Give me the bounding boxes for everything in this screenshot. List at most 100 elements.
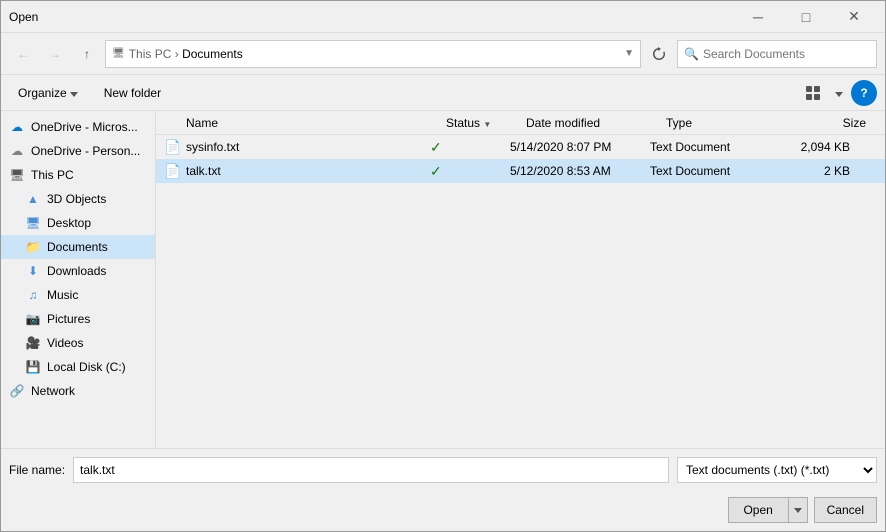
breadcrumb-path: This PC › Documents bbox=[129, 47, 620, 61]
sidebar-item-label: OneDrive - Micros... bbox=[31, 120, 138, 134]
open-button[interactable]: Open bbox=[728, 497, 788, 523]
breadcrumb-monitor-icon: 🖥 bbox=[112, 48, 125, 59]
onedrive-micro-icon: ☁ bbox=[9, 119, 25, 135]
file-date: 5/14/2020 8:07 PM bbox=[510, 140, 650, 154]
filename-label: File name: bbox=[9, 463, 65, 477]
file-name: sysinfo.txt bbox=[186, 140, 239, 154]
view-options-button[interactable] bbox=[799, 80, 827, 106]
sidebar-item-onedrive-micro[interactable]: ☁ OneDrive - Micros... bbox=[1, 115, 155, 139]
file-status: ✓ bbox=[430, 163, 510, 180]
sidebar-item-documents[interactable]: 📁 Documents bbox=[1, 235, 155, 259]
file-icon: 📄 bbox=[164, 163, 180, 179]
help-button[interactable]: ? bbox=[851, 80, 877, 106]
sidebar-item-label: This PC bbox=[31, 168, 74, 182]
refresh-icon bbox=[652, 47, 666, 61]
status-synced-icon: ✓ bbox=[430, 139, 442, 155]
sidebar-item-videos[interactable]: 🎥 Videos bbox=[1, 331, 155, 355]
filename-bar: File name: Text documents (.txt) (*.txt) bbox=[1, 448, 885, 491]
search-box[interactable]: 🔍 bbox=[677, 40, 877, 68]
button-row: Open Cancel bbox=[1, 491, 885, 531]
file-type: Text Document bbox=[650, 140, 770, 154]
file-list-area: Name Status ▼ Date modified Type Size bbox=[156, 111, 885, 448]
sidebar-item-music[interactable]: ♫ Music bbox=[1, 283, 155, 307]
breadcrumb-documents[interactable]: Documents bbox=[182, 47, 243, 61]
file-name-cell: sysinfo.txt bbox=[186, 140, 430, 154]
sidebar-item-label: Documents bbox=[47, 240, 108, 254]
search-input[interactable] bbox=[703, 47, 870, 61]
organize-button[interactable]: Organize bbox=[9, 80, 87, 106]
sidebar-item-desktop[interactable]: 🖥 Desktop bbox=[1, 211, 155, 235]
maximize-button[interactable]: □ bbox=[783, 1, 829, 33]
up-button[interactable]: ↑ bbox=[73, 40, 101, 68]
sidebar-item-label: Network bbox=[31, 384, 75, 398]
this-pc-icon: 🖥 bbox=[9, 167, 25, 183]
organize-chevron-icon bbox=[70, 86, 78, 100]
view-chevron-icon[interactable] bbox=[835, 86, 843, 100]
forward-button[interactable]: → bbox=[41, 40, 69, 68]
sidebar-item-this-pc[interactable]: 🖥 This PC bbox=[1, 163, 155, 187]
address-bar[interactable]: 🖥 This PC › Documents ▼ bbox=[105, 40, 641, 68]
titlebar: Open ─ □ ✕ bbox=[1, 1, 885, 33]
open-btn-group: Open bbox=[728, 497, 808, 523]
sidebar-item-label: Pictures bbox=[47, 312, 90, 326]
pictures-icon: 📷 bbox=[25, 311, 41, 327]
sidebar-item-label: Desktop bbox=[47, 216, 91, 230]
close-button[interactable]: ✕ bbox=[831, 1, 877, 33]
network-icon: 🔗 bbox=[9, 383, 25, 399]
open-dialog: Open ─ □ ✕ ← → ↑ 🖥 This PC › Documents ▼ bbox=[0, 0, 886, 532]
sidebar-item-label: Downloads bbox=[47, 264, 106, 278]
col-header-name[interactable]: Name bbox=[186, 116, 446, 130]
col-header-status[interactable]: Status ▼ bbox=[446, 116, 526, 130]
filename-input[interactable] bbox=[73, 457, 669, 483]
back-button[interactable]: ← bbox=[9, 40, 37, 68]
downloads-icon: ⬇ bbox=[25, 263, 41, 279]
open-dropdown-icon bbox=[794, 505, 802, 516]
documents-icon: 📁 bbox=[25, 239, 41, 255]
actions-toolbar: Organize New folder ? bbox=[1, 75, 885, 111]
col-header-size[interactable]: Size bbox=[786, 116, 866, 130]
sidebar-item-onedrive-person[interactable]: ☁ OneDrive - Person... bbox=[1, 139, 155, 163]
sidebar: ☁ OneDrive - Micros... ☁ OneDrive - Pers… bbox=[1, 111, 156, 448]
cancel-button[interactable]: Cancel bbox=[814, 497, 877, 523]
sidebar-item-local-disk[interactable]: 💾 Local Disk (C:) bbox=[1, 355, 155, 379]
file-type: Text Document bbox=[650, 164, 770, 178]
file-date: 5/12/2020 8:53 AM bbox=[510, 164, 650, 178]
file-table: Name Status ▼ Date modified Type Size bbox=[156, 111, 885, 448]
file-size: 2 KB bbox=[770, 164, 850, 178]
sort-arrow-icon: ▼ bbox=[483, 120, 491, 129]
file-name-cell: talk.txt bbox=[186, 164, 430, 178]
breadcrumb-thispc[interactable]: This PC bbox=[129, 47, 172, 61]
sidebar-item-label: Music bbox=[47, 288, 78, 302]
file-icon: 📄 bbox=[164, 139, 180, 155]
col-header-date[interactable]: Date modified bbox=[526, 116, 666, 130]
address-dropdown-icon[interactable]: ▼ bbox=[624, 48, 634, 59]
table-row[interactable]: 📄 sysinfo.txt ✓ 5/14/2020 8:07 PM Text D… bbox=[156, 135, 885, 159]
table-row[interactable]: 📄 talk.txt ✓ 5/12/2020 8:53 AM Text Docu… bbox=[156, 159, 885, 183]
col-header-type[interactable]: Type bbox=[666, 116, 786, 130]
sidebar-item-network[interactable]: 🔗 Network bbox=[1, 379, 155, 403]
file-size: 2,094 KB bbox=[770, 140, 850, 154]
sidebar-item-downloads[interactable]: ⬇ Downloads bbox=[1, 259, 155, 283]
dialog-title: Open bbox=[9, 10, 38, 24]
file-name: talk.txt bbox=[186, 164, 221, 178]
filetype-select[interactable]: Text documents (.txt) (*.txt) bbox=[677, 457, 877, 483]
open-dropdown-button[interactable] bbox=[788, 497, 808, 523]
disk-icon: 💾 bbox=[25, 359, 41, 375]
table-header: Name Status ▼ Date modified Type Size bbox=[156, 111, 885, 135]
onedrive-person-icon: ☁ bbox=[9, 143, 25, 159]
new-folder-button[interactable]: New folder bbox=[95, 80, 170, 106]
breadcrumb-sep: › bbox=[175, 47, 182, 61]
refresh-button[interactable] bbox=[645, 40, 673, 68]
sidebar-item-3d-objects[interactable]: ▲ 3D Objects bbox=[1, 187, 155, 211]
file-status: ✓ bbox=[430, 139, 510, 156]
titlebar-controls: ─ □ ✕ bbox=[735, 1, 877, 33]
address-toolbar: ← → ↑ 🖥 This PC › Documents ▼ 🔍 bbox=[1, 33, 885, 75]
search-icon: 🔍 bbox=[684, 47, 699, 61]
sidebar-item-label: Videos bbox=[47, 336, 83, 350]
music-icon: ♫ bbox=[25, 287, 41, 303]
minimize-button[interactable]: ─ bbox=[735, 1, 781, 33]
view-icon bbox=[805, 85, 821, 101]
sidebar-item-pictures[interactable]: 📷 Pictures bbox=[1, 307, 155, 331]
status-synced-icon: ✓ bbox=[430, 163, 442, 179]
videos-icon: 🎥 bbox=[25, 335, 41, 351]
